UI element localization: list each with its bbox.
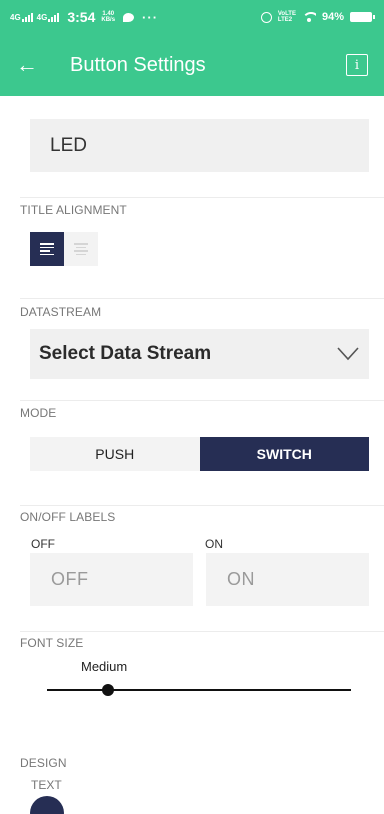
wifi-icon	[301, 12, 316, 22]
status-bar: 4G 4G 3:54 1.40 KB/s ··· VoLTE LTE2 94%	[0, 0, 384, 34]
align-center-button[interactable]	[64, 232, 98, 266]
signal-1-label: 4G	[10, 12, 21, 22]
signal-2-icon: 4G	[36, 12, 60, 22]
page-title: Button Settings	[70, 53, 206, 76]
divider	[20, 298, 384, 299]
status-right: VoLTE LTE2 94%	[260, 11, 375, 23]
battery-percent: 94%	[321, 11, 344, 23]
align-left-icon	[40, 243, 54, 255]
off-label-placeholder: OFF	[51, 569, 89, 589]
app-bar: ← Button Settings i	[0, 34, 384, 96]
widget-name-input[interactable]: LED	[30, 119, 369, 172]
info-icon[interactable]: i	[346, 54, 368, 76]
font-size-slider-thumb[interactable]	[101, 684, 114, 696]
divider	[20, 197, 384, 198]
divider	[20, 631, 384, 632]
font-size-label: FONT SIZE	[20, 636, 84, 650]
datastream-label: DATASTREAM	[20, 305, 102, 319]
battery-icon	[350, 12, 375, 22]
title-alignment-label: TITLE ALIGNMENT	[20, 203, 127, 217]
back-arrow-icon[interactable]: ←	[16, 54, 44, 76]
mode-toggle: PUSH SWITCH	[30, 437, 369, 471]
on-caption: ON	[205, 537, 223, 551]
signal-1-icon: 4G	[10, 12, 33, 22]
divider	[20, 505, 384, 506]
volte-bottom: LTE2	[277, 17, 293, 23]
chevron-down-icon	[337, 347, 359, 361]
design-label: DESIGN	[20, 756, 67, 770]
on-off-labels-label: ON/OFF LABELS	[20, 510, 116, 524]
widget-name-value: LED	[50, 134, 87, 156]
net-speed-unit: KB/s	[101, 17, 116, 23]
on-label-input[interactable]: ON	[206, 553, 369, 606]
datastream-placeholder: Select Data Stream	[39, 343, 212, 364]
title-alignment-group	[30, 232, 98, 266]
font-size-value: Medium	[81, 659, 128, 674]
status-time: 3:54	[67, 9, 96, 25]
signal-2-label: 4G	[36, 12, 48, 22]
net-speed: 1.40 KB/s	[101, 11, 115, 23]
mode-label: MODE	[20, 406, 57, 420]
design-text-label: TEXT	[31, 778, 62, 792]
on-label-placeholder: ON	[227, 569, 255, 589]
mode-switch-button[interactable]: SWITCH	[199, 437, 369, 471]
datastream-select[interactable]: Select Data Stream	[30, 329, 369, 379]
alarm-icon	[260, 11, 272, 23]
more-notifications-icon: ···	[142, 9, 159, 25]
text-color-swatch[interactable]	[30, 796, 64, 814]
off-label-input[interactable]: OFF	[30, 553, 193, 606]
chat-bubble-icon	[123, 12, 135, 22]
align-left-button[interactable]	[30, 232, 64, 266]
align-center-icon	[74, 243, 88, 255]
off-caption: OFF	[31, 537, 55, 551]
volte-icon: VoLTE LTE2	[278, 11, 296, 23]
status-left: 4G 4G 3:54 1.40 KB/s ···	[10, 9, 158, 25]
mode-push-button[interactable]: PUSH	[30, 437, 200, 471]
font-size-slider-track[interactable]	[47, 689, 351, 691]
divider	[20, 400, 384, 401]
info-glyph: i	[354, 57, 360, 73]
